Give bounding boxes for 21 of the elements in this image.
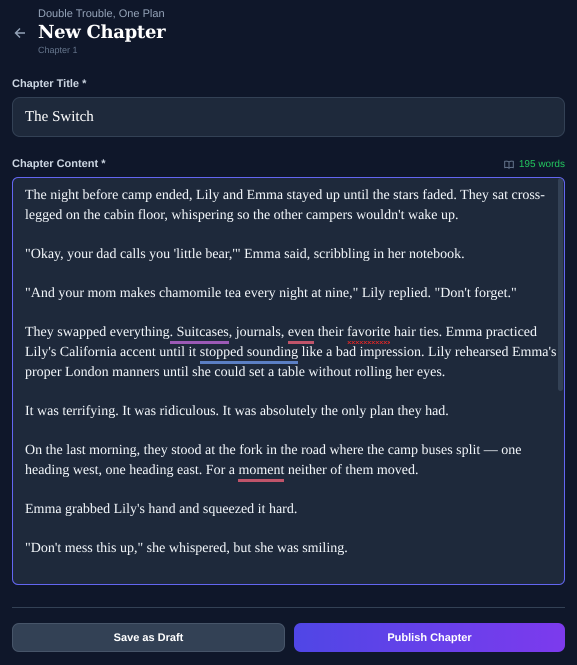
book-icon [504, 160, 514, 168]
action-button[interactable]: Save as Draft [12, 623, 285, 652]
action-button[interactable]: Publish Chapter [294, 623, 565, 652]
paragraph: "Don't mess this up," she whispered, but she was smiling. [25, 540, 349, 558]
paragraph: It was terrifying. It was ridiculous. It was absolutely the only plan they had. [25, 403, 450, 421]
scrollbar[interactable] [558, 178, 563, 584]
paragraph: "And your mom makes chamomile tea every night at nine," Lily replied. "Don't forget." [25, 285, 518, 303]
paragraph: They swapped everything. Suitcases, journals, even their favorite hair ties. Emma practiced Lily's California accent until it stopped sounding like a bad impression. Lily rehearsed Emma's proper London manners until she could set a table without rolling her eyes. [25, 324, 558, 382]
field-label: Chapter Content * [12, 158, 106, 170]
chapter-number: Chapter 1 [38, 45, 79, 55]
paragraph: "Okay, your dad calls you 'little bear,'" Emma said, scribbling in her notebook. [25, 246, 466, 264]
story-title: Double Trouble, One Plan [38, 8, 166, 20]
paragraph: Emma grabbed Lily's hand and squeezed it hard. [25, 501, 298, 519]
paragraph: On the last morning, they stood at the fork in the road where the camp buses split — one heading west, one heading east. For a moment neither of them moved. [25, 441, 558, 481]
chapter-title-field[interactable]: The Switch [12, 97, 565, 137]
back-arrow-icon[interactable] [14, 26, 26, 38]
paragraph: The night before camp ended, Lily and Emma stayed up until the stars faded. They sat cross-legged on the cabin floor, whispering so the other campers wouldn't wake up. [25, 187, 546, 225]
page-title: New Chapter [38, 22, 166, 43]
word-count: 195 words [518, 158, 565, 170]
field-label: Chapter Title * [12, 78, 88, 90]
chapter-content-field[interactable] [12, 177, 565, 585]
